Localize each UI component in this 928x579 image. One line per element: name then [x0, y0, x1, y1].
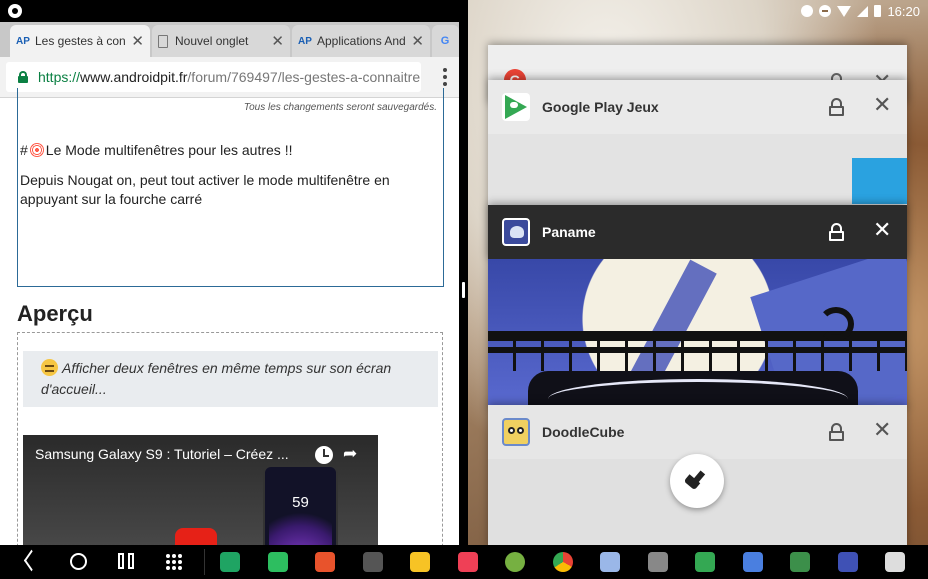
settings-icon[interactable]	[505, 552, 525, 572]
keyboard-icon[interactable]	[647, 552, 668, 572]
lock-icon[interactable]	[829, 98, 844, 116]
notification-icon	[801, 5, 814, 17]
lock-icon[interactable]	[18, 71, 28, 83]
google-drive-icon[interactable]	[220, 552, 240, 572]
autosave-note: Tous les changements seront sauvegardés.	[243, 102, 437, 113]
chrome-status-icon	[8, 4, 22, 18]
video-title[interactable]: Samsung Galaxy S9 : Tutoriel – Créez ...	[35, 446, 310, 462]
close-icon[interactable]: ✕	[873, 219, 891, 241]
heading-text: Le Mode multifenêtres pour les autres !!	[45, 142, 293, 158]
close-icon[interactable]: ✕	[873, 419, 891, 441]
hash-prefix: #	[20, 142, 28, 158]
app-drawer-icon[interactable]	[166, 554, 182, 570]
phone-clock: 59	[292, 494, 309, 511]
microsoft-office-icon[interactable]	[315, 552, 335, 572]
paname-icon	[502, 218, 530, 246]
close-icon[interactable]: ✕	[131, 32, 144, 50]
androidpit-icon: AP	[298, 35, 312, 47]
tab-nouvel-onglet[interactable]: Nouvel onglet ✕	[152, 25, 290, 57]
lock-icon[interactable]	[829, 423, 844, 441]
screen-mirror-icon[interactable]	[362, 552, 383, 572]
page-icon	[158, 34, 168, 48]
card-header: DoodleCube ✕	[488, 405, 907, 459]
more-apps-icon[interactable]	[837, 552, 858, 572]
doodlecube-icon	[502, 418, 530, 446]
share-icon[interactable]: ➦	[343, 444, 357, 464]
card-header: Paname ✕	[488, 205, 907, 259]
left-status-bar	[0, 0, 459, 22]
home-icon[interactable]	[70, 553, 87, 570]
signal-icon	[857, 5, 869, 17]
recents-pane: 16:20 G ✕ Google Play Jeux ✕ Paname ✕	[468, 0, 928, 545]
battery-icon	[874, 5, 882, 17]
camera-icon[interactable]	[885, 552, 905, 572]
back-icon[interactable]	[24, 553, 37, 569]
post-editor[interactable]: Tous les changements seront sauvegardés.…	[17, 88, 444, 287]
divider-handle[interactable]	[462, 282, 465, 298]
url-path: /forum/769497/les-gestes-a-connaitre	[187, 69, 421, 85]
url-scheme: https://	[38, 69, 81, 85]
tab-title: Nouvel onglet	[175, 34, 249, 48]
tab-applications[interactable]: AP Applications And ✕	[292, 25, 430, 57]
phone-image: 59	[263, 465, 338, 545]
quote-text: Afficher deux fenêtres en même temps sur…	[41, 360, 392, 397]
system-status-bar: 16:20	[801, 3, 920, 19]
google-play-games-icon	[502, 93, 530, 121]
androidpit-icon: AP	[16, 35, 30, 47]
app-name: Google Play Jeux	[542, 99, 659, 115]
overflow-menu-icon[interactable]	[443, 68, 447, 86]
app-name: DoodleCube	[542, 424, 625, 440]
split-screen-divider[interactable]	[459, 0, 468, 545]
lock-icon[interactable]	[829, 223, 844, 241]
evernote-icon[interactable]	[267, 552, 288, 572]
tab-title: Les gestes à con	[35, 34, 126, 48]
messages-icon[interactable]	[600, 552, 620, 572]
app-thumbnail	[488, 259, 907, 410]
page-content: Tous les changements seront sauvegardés.…	[0, 88, 459, 545]
navigation-bar	[0, 545, 928, 579]
watch-later-icon[interactable]	[315, 446, 333, 464]
chrome-window: AP Les gestes à con ✕ Nouvel onglet ✕ AP…	[0, 0, 459, 545]
broom-icon	[692, 470, 706, 484]
editor-heading: # Le Mode multifenêtres pour les autres …	[20, 142, 292, 158]
home-icon[interactable]	[790, 552, 810, 572]
tab-title: Applications And	[317, 34, 406, 48]
pocket-icon[interactable]	[457, 552, 478, 572]
tab-google[interactable]: G	[432, 25, 459, 57]
target-icon	[29, 143, 44, 157]
preview-title: Aperçu	[17, 301, 93, 326]
clear-all-button[interactable]	[670, 454, 724, 508]
chrome-icon[interactable]	[552, 552, 573, 572]
card-header: Google Play Jeux ✕	[488, 80, 907, 134]
close-icon[interactable]: ✕	[271, 32, 284, 50]
youtube-embed[interactable]: 59 Samsung Galaxy S9 : Tutoriel – Créez …	[23, 435, 378, 545]
url-host: www.androidpit.fr	[80, 69, 188, 85]
close-icon[interactable]: ✕	[411, 32, 424, 50]
recents-icon[interactable]	[118, 553, 134, 569]
thinking-face-icon	[41, 359, 58, 376]
tab-les-gestes[interactable]: AP Les gestes à con ✕	[10, 25, 150, 57]
wifi-icon	[837, 5, 852, 17]
recent-card-paname[interactable]: Paname ✕	[488, 205, 907, 410]
clock: 16:20	[887, 3, 920, 19]
youtube-play-icon[interactable]	[175, 528, 217, 545]
quote-block: Afficher deux fenêtres en même temps sur…	[23, 351, 438, 407]
tab-strip: AP Les gestes à con ✕ Nouvel onglet ✕ AP…	[0, 22, 459, 57]
app-name: Paname	[542, 224, 596, 240]
norton-icon[interactable]	[410, 552, 430, 572]
do-not-disturb-icon	[819, 5, 832, 17]
editor-body: Depuis Nougat on, peut tout activer le m…	[20, 172, 390, 207]
taskbar-divider	[204, 549, 205, 575]
close-icon[interactable]: ✕	[873, 94, 891, 116]
preview-box: Afficher deux fenêtres en même temps sur…	[17, 332, 443, 545]
google-icon: G	[440, 35, 450, 47]
google-maps-icon[interactable]	[695, 552, 715, 572]
voice-recorder-icon[interactable]	[742, 552, 763, 572]
